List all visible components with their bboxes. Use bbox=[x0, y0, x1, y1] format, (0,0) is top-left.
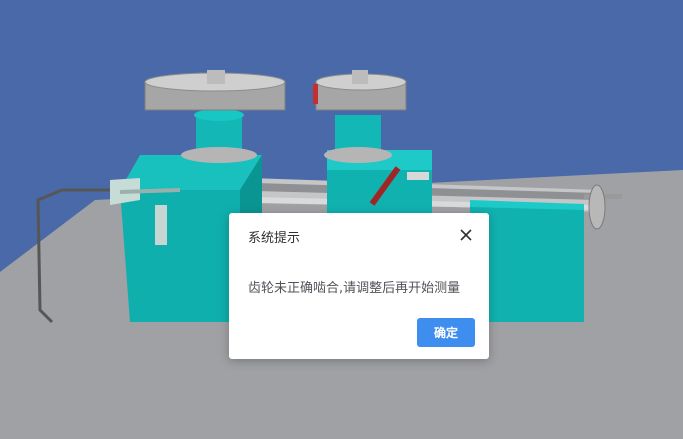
confirm-button[interactable]: 确定 bbox=[417, 318, 475, 347]
dialog-message: 齿轮未正确啮合,请调整后再开始测量 bbox=[248, 281, 461, 296]
dialog-header: 系统提示 bbox=[229, 213, 489, 257]
system-prompt-dialog: 系统提示 齿轮未正确啮合,请调整后再开始测量 确定 bbox=[229, 213, 489, 359]
close-icon[interactable] bbox=[457, 226, 475, 244]
dialog-title: 系统提示 bbox=[248, 231, 301, 246]
